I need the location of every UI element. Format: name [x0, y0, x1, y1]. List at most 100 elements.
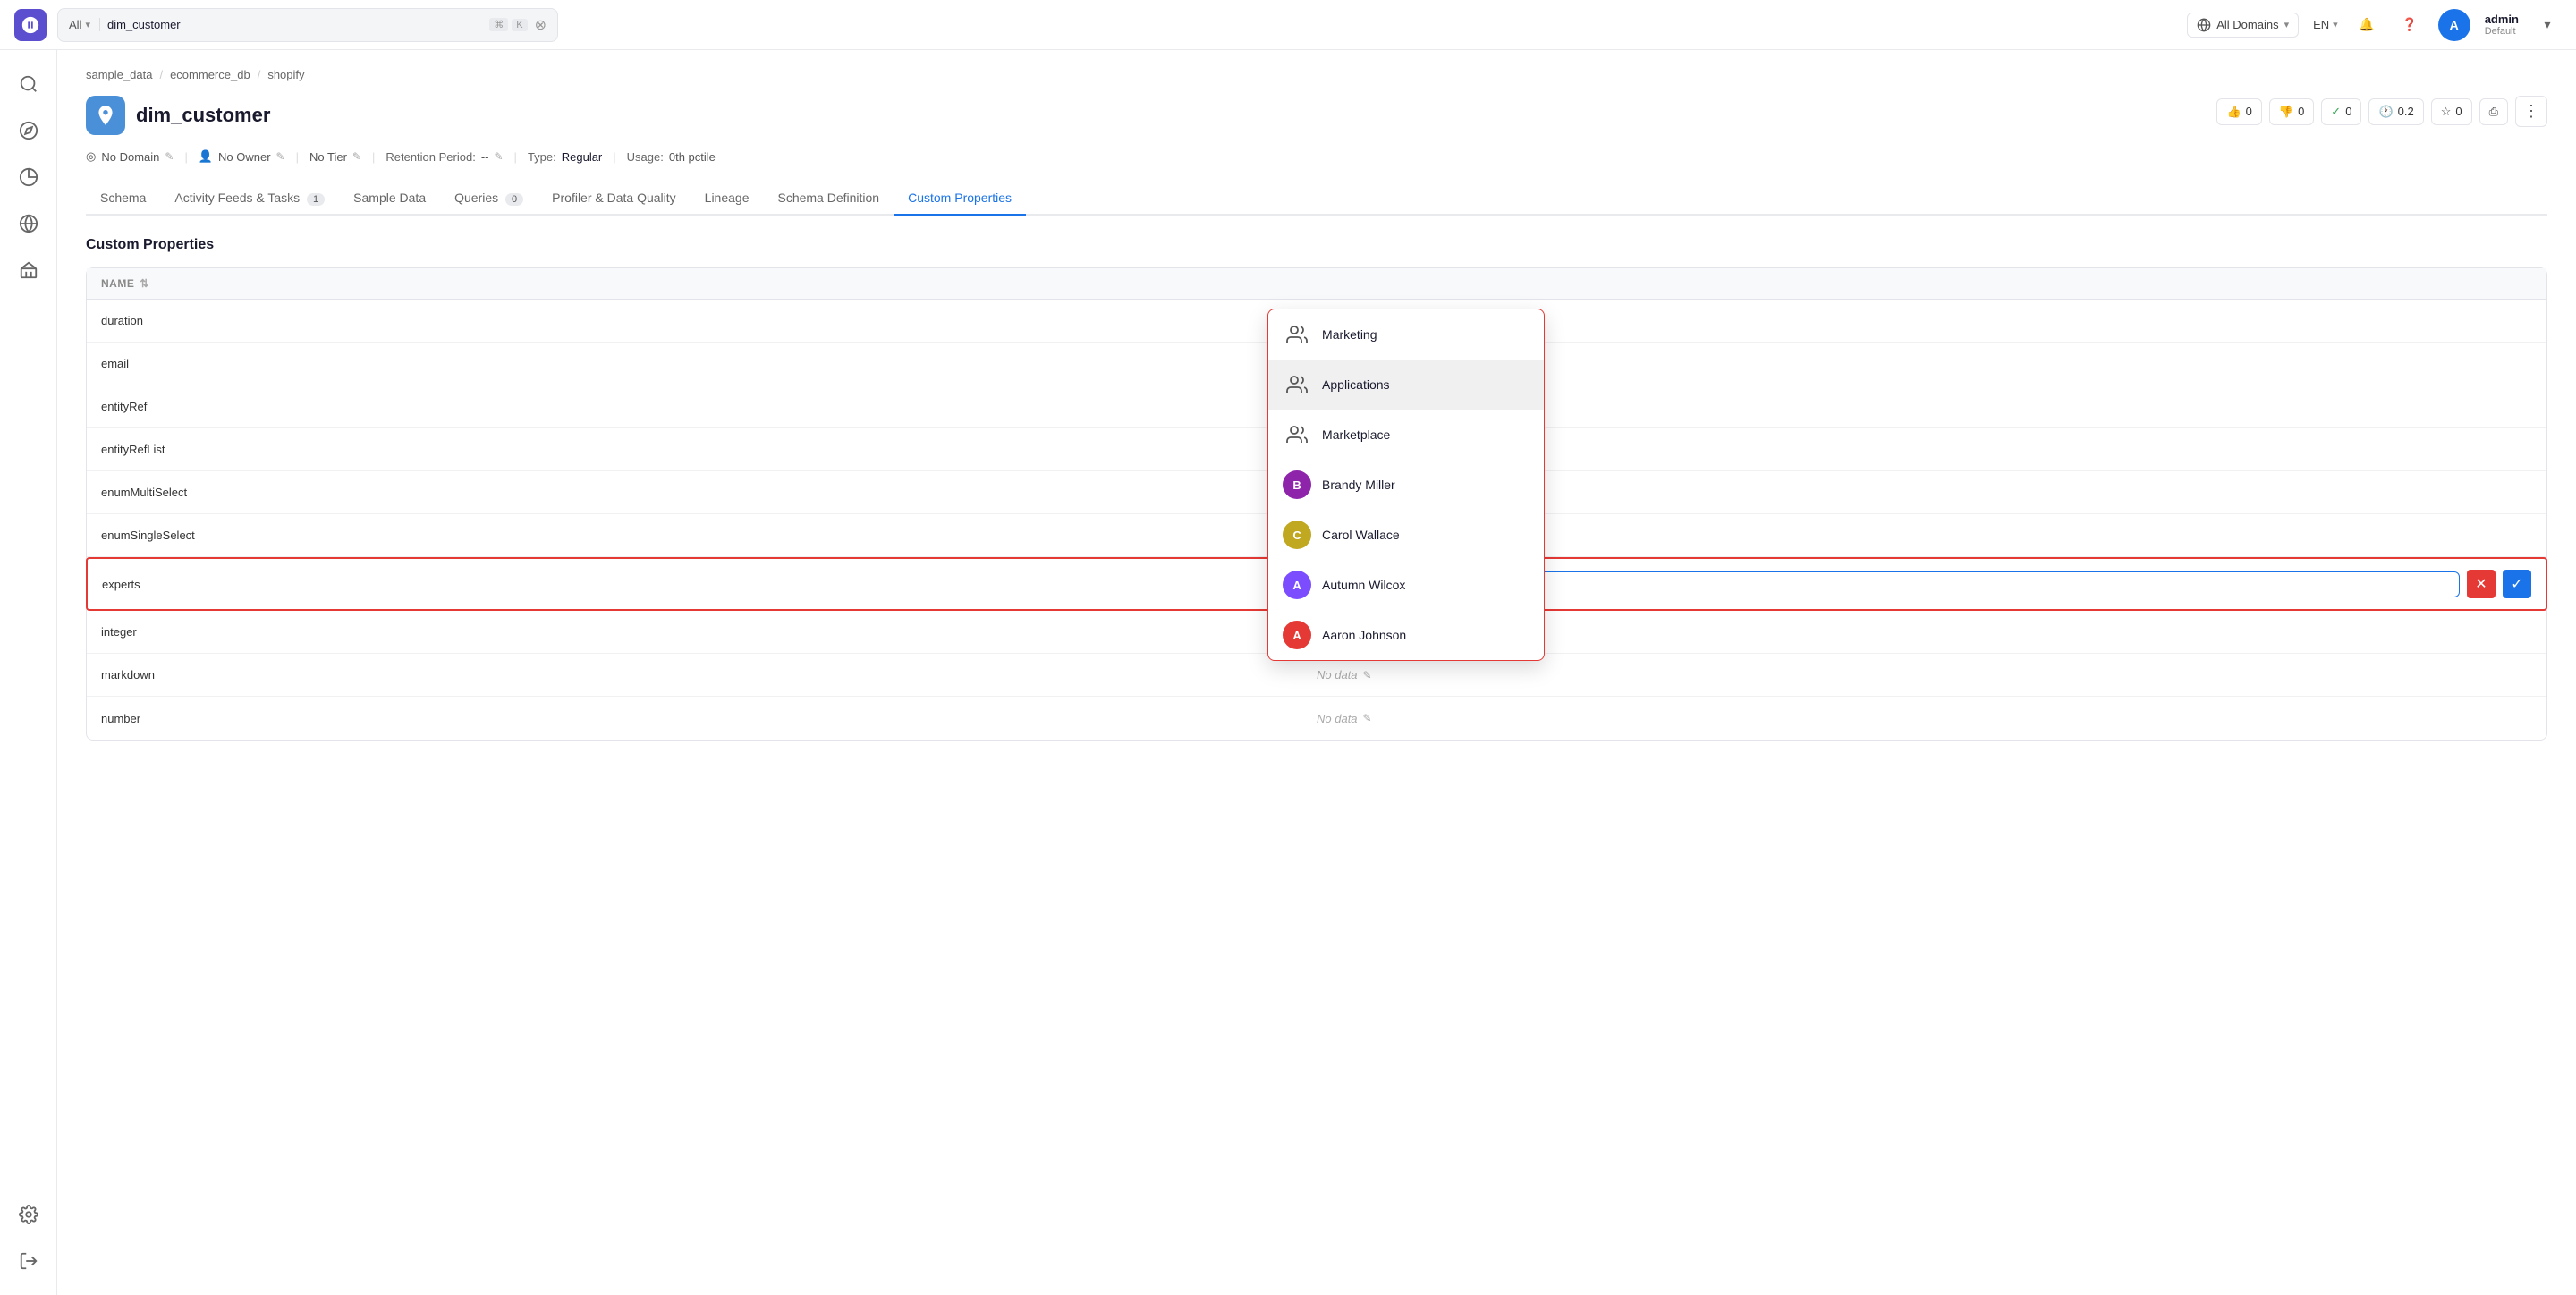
search-filter-dropdown[interactable]: All ▾ — [69, 18, 100, 31]
dropdown-item-applications-label: Applications — [1322, 377, 1390, 392]
user-info[interactable]: admin Default — [2485, 13, 2519, 37]
tab-schema[interactable]: Schema — [86, 182, 160, 216]
avatar[interactable]: A — [2438, 9, 2470, 41]
sidebar-item-governance[interactable] — [9, 250, 48, 290]
dropdown-item-marketplace-label: Marketplace — [1322, 427, 1390, 442]
entity-icon — [86, 96, 125, 135]
language-selector[interactable]: EN ▾ — [2313, 18, 2338, 31]
tab-activity-feeds[interactable]: Activity Feeds & Tasks 1 — [160, 182, 339, 216]
tab-schema-def-label: Schema Definition — [777, 190, 879, 205]
more-options-button[interactable]: ⋮ — [2515, 96, 2547, 127]
sidebar-item-globe[interactable] — [9, 204, 48, 243]
star-icon: ☆ — [2441, 105, 2452, 119]
usage-meta: Usage: 0th pctile — [627, 150, 716, 164]
table-row-experts: experts Marketing Applications — [86, 557, 2547, 611]
usage-value: 0th pctile — [669, 150, 716, 164]
tier-value: No Tier — [309, 150, 347, 164]
search-bar[interactable]: All ▾ ⌘ K ⊗ — [57, 8, 558, 42]
avatar-carol-wallace: C — [1283, 521, 1311, 549]
domain-chevron: ▾ — [2284, 19, 2290, 30]
tab-custom-properties[interactable]: Custom Properties — [894, 182, 1026, 216]
tab-schema-def[interactable]: Schema Definition — [763, 182, 894, 216]
retention-edit-icon[interactable]: ✎ — [494, 150, 503, 163]
dropdown-item-carol-wallace[interactable]: C Carol Wallace — [1268, 510, 1544, 560]
sidebar-item-search[interactable] — [9, 64, 48, 104]
tier-meta[interactable]: No Tier ✎ — [309, 150, 361, 164]
breadcrumb-sep-2: / — [258, 68, 261, 81]
header-actions: 👍 0 👎 0 ✓ 0 🕐 0.2 ☆ 0 ⎙ ⋮ — [2216, 96, 2547, 127]
dropdown-item-marketplace[interactable]: Marketplace — [1268, 410, 1544, 460]
domain-meta[interactable]: ◎ No Domain ✎ — [86, 149, 174, 164]
properties-table: NAME ⇅ duration email entityRef entityRe… — [86, 267, 2547, 741]
time-button[interactable]: 🕐 0.2 — [2368, 98, 2423, 125]
language-chevron: ▾ — [2333, 19, 2338, 30]
owner-value: No Owner — [218, 150, 271, 164]
dropdown-item-brandy-miller[interactable]: B Brandy Miller — [1268, 460, 1544, 510]
language-label: EN — [2313, 18, 2329, 31]
tab-queries[interactable]: Queries 0 — [440, 182, 538, 216]
sidebar-item-insights[interactable] — [9, 157, 48, 197]
tab-schema-label: Schema — [100, 190, 146, 205]
prop-name-number: number — [101, 712, 1317, 725]
sidebar — [0, 50, 57, 1295]
retention-label: Retention Period: — [386, 150, 475, 164]
owner-meta[interactable]: 👤 No Owner ✎ — [199, 149, 285, 164]
check-button[interactable]: ✓ 0 — [2321, 98, 2361, 125]
prop-name-integer: integer — [101, 625, 1317, 639]
dropdown-item-applications[interactable]: Applications — [1268, 360, 1544, 410]
group-icon-marketplace — [1283, 420, 1311, 449]
tab-lineage[interactable]: Lineage — [691, 182, 764, 216]
domain-circle-icon: ◎ — [86, 149, 96, 164]
search-input[interactable] — [107, 18, 482, 31]
app-logo[interactable] — [14, 9, 47, 41]
time-icon: 🕐 — [2378, 105, 2393, 119]
avatar-brandy-miller: B — [1283, 470, 1311, 499]
domain-edit-icon[interactable]: ✎ — [165, 150, 174, 163]
shortcut-key: K — [512, 19, 527, 31]
tab-profiler[interactable]: Profiler & Data Quality — [538, 182, 691, 216]
user-menu-chevron[interactable]: ▾ — [2533, 11, 2562, 39]
search-shortcut: ⌘ K — [489, 18, 527, 31]
tab-sample-data[interactable]: Sample Data — [339, 182, 440, 216]
shortcut-cmd: ⌘ — [489, 18, 508, 31]
retention-meta[interactable]: Retention Period: -- ✎ — [386, 150, 503, 164]
type-label: Type: — [528, 150, 556, 164]
breadcrumb-ecommerce-db[interactable]: ecommerce_db — [170, 68, 250, 81]
edit-markdown-icon[interactable]: ✎ — [1363, 669, 1372, 681]
notification-bell[interactable]: 🔔 — [2352, 11, 2381, 39]
sidebar-item-settings[interactable] — [9, 1195, 48, 1234]
dropdown-item-autumn-label: Autumn Wilcox — [1322, 578, 1405, 592]
thumbs-up-button[interactable]: 👍 0 — [2216, 98, 2261, 125]
star-count: 0 — [2455, 105, 2462, 118]
group-icon-marketing — [1283, 320, 1311, 349]
breadcrumb-shopify[interactable]: shopify — [267, 68, 304, 81]
thumbs-down-button[interactable]: 👎 0 — [2269, 98, 2314, 125]
page-header: dim_customer 👍 0 👎 0 ✓ 0 🕐 0.2 ☆ 0 — [86, 96, 2547, 135]
sidebar-item-explore[interactable] — [9, 111, 48, 150]
share-button[interactable]: ⎙ — [2479, 98, 2508, 125]
type-meta: Type: Regular — [528, 150, 602, 164]
breadcrumb-sample-data[interactable]: sample_data — [86, 68, 152, 81]
page-title-area: dim_customer — [86, 96, 270, 135]
dropdown-item-marketing[interactable]: Marketing — [1268, 309, 1544, 360]
dropdown-item-autumn-wilcox[interactable]: A Autumn Wilcox — [1268, 560, 1544, 610]
accept-edit-button[interactable]: ✓ — [2503, 570, 2531, 598]
domain-selector[interactable]: All Domains ▾ — [2187, 13, 2299, 38]
cancel-edit-button[interactable]: ✕ — [2467, 570, 2496, 598]
help-button[interactable]: ❓ — [2395, 11, 2424, 39]
share-icon: ⎙ — [2489, 105, 2498, 119]
tier-edit-icon[interactable]: ✎ — [352, 150, 361, 163]
sidebar-item-logout[interactable] — [9, 1241, 48, 1281]
dropdown-item-aaron-johnson[interactable]: A Aaron Johnson — [1268, 610, 1544, 660]
edit-number-icon[interactable]: ✎ — [1363, 712, 1372, 724]
no-data-markdown: No data — [1317, 668, 1358, 681]
user-name: admin — [2485, 13, 2519, 26]
star-button[interactable]: ☆ 0 — [2431, 98, 2472, 125]
search-clear-button[interactable]: ⊗ — [535, 16, 547, 34]
group-icon-applications — [1283, 370, 1311, 399]
check-count: 0 — [2345, 105, 2351, 118]
custom-properties-section: Custom Properties NAME ⇅ duration email … — [86, 237, 2547, 741]
owner-edit-icon[interactable]: ✎ — [276, 150, 285, 163]
sort-icon[interactable]: ⇅ — [140, 277, 149, 290]
user-role: Default — [2485, 26, 2519, 37]
